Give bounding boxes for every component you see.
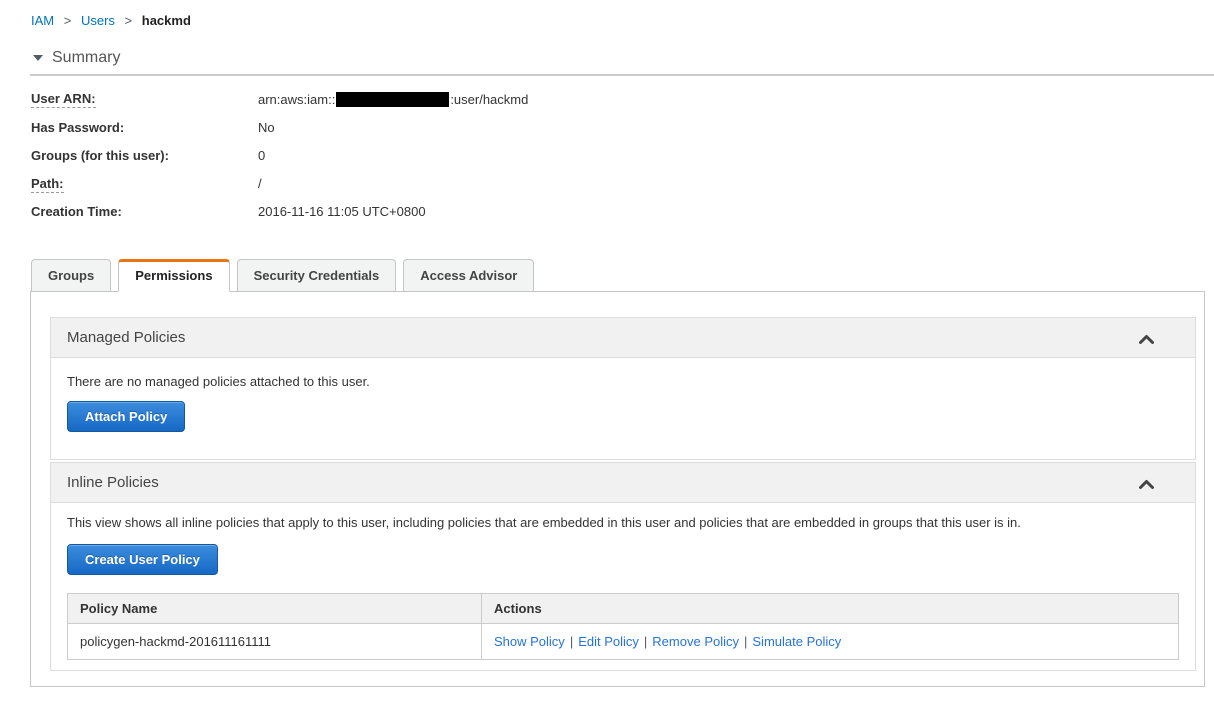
user-arn-value: arn:aws:iam:::user/hackmd xyxy=(258,92,529,107)
table-row: policygen-hackmd-201611161111 Show Polic… xyxy=(67,623,1179,660)
chevron-up-icon[interactable] xyxy=(1138,477,1155,494)
attach-policy-button[interactable]: Attach Policy xyxy=(67,401,186,432)
creation-time-label: Creation Time: xyxy=(31,204,122,219)
field-row-user-arn: User ARN: arn:aws:iam:::user/hackmd xyxy=(31,91,1214,108)
iam-user-detail-page: IAM > Users > hackmd Summary User ARN: a… xyxy=(0,0,1214,687)
field-row-groups: Groups (for this user): 0 xyxy=(31,149,1214,163)
groups-label: Groups (for this user): xyxy=(31,148,169,163)
managed-policies-body: There are no managed policies attached t… xyxy=(51,358,1195,459)
groups-value: 0 xyxy=(258,148,266,163)
summary-fields: User ARN: arn:aws:iam:::user/hackmd Has … xyxy=(31,91,1214,219)
has-password-value: No xyxy=(258,120,275,135)
show-policy-link[interactable]: Show Policy xyxy=(494,634,565,649)
policy-actions-cell: Show Policy | Edit Policy | Remove Policy | Si… xyxy=(481,623,1179,660)
managed-policies-header[interactable]: Managed Policies xyxy=(51,318,1195,358)
remove-policy-link[interactable]: Remove Policy xyxy=(652,634,739,649)
inline-policies-title: Inline Policies xyxy=(67,474,159,491)
table-header-row: Policy Name Actions xyxy=(67,593,1179,624)
redacted-account-id xyxy=(336,92,450,107)
collapse-triangle-icon[interactable] xyxy=(33,55,43,61)
breadcrumb-current-user: hackmd xyxy=(141,13,191,28)
has-password-label: Has Password: xyxy=(31,120,125,135)
tab-bar: Groups Permissions Security Credentials … xyxy=(31,259,1214,292)
breadcrumb-link-users[interactable]: Users xyxy=(81,13,115,28)
summary-title: Summary xyxy=(52,49,121,66)
action-separator: | xyxy=(643,634,648,649)
field-row-creation-time: Creation Time: 2016-11-16 11:05 UTC+0800 xyxy=(31,205,1214,219)
managed-policies-empty-text: There are no managed policies attached t… xyxy=(67,374,370,389)
action-separator: | xyxy=(744,634,748,649)
action-separator: | xyxy=(569,634,574,649)
tab-security-credentials[interactable]: Security Credentials xyxy=(236,259,397,292)
inline-policies-description: This view shows all inline policies that… xyxy=(67,515,1021,530)
tab-content-panel: Managed Policies There are no managed po… xyxy=(30,291,1205,687)
create-user-policy-button[interactable]: Create User Policy xyxy=(67,544,218,575)
inline-policies-section: Inline Policies This view shows all inli… xyxy=(50,462,1196,671)
managed-policies-section: Managed Policies There are no managed po… xyxy=(50,317,1196,460)
breadcrumb-link-iam[interactable]: IAM xyxy=(31,13,54,28)
field-row-path: Path: / xyxy=(31,176,1214,193)
inline-policies-table: Policy Name Actions policygen-hackmd-201… xyxy=(67,593,1179,660)
tab-groups[interactable]: Groups xyxy=(31,259,112,292)
path-value: / xyxy=(258,176,262,191)
column-header-policy-name: Policy Name xyxy=(67,593,482,624)
summary-divider xyxy=(30,74,1214,76)
inline-policies-body: This view shows all inline policies that… xyxy=(51,503,1195,670)
tab-permissions[interactable]: Permissions xyxy=(118,259,230,292)
breadcrumb-separator: > xyxy=(63,13,72,28)
breadcrumb-separator: > xyxy=(124,13,133,28)
breadcrumb: IAM > Users > hackmd xyxy=(31,13,1214,28)
path-label: Path: xyxy=(31,176,64,193)
tab-access-advisor[interactable]: Access Advisor xyxy=(403,259,535,292)
inline-policies-header[interactable]: Inline Policies xyxy=(51,463,1195,503)
simulate-policy-link[interactable]: Simulate Policy xyxy=(752,634,841,649)
creation-time-value: 2016-11-16 11:05 UTC+0800 xyxy=(258,204,426,219)
managed-policies-title: Managed Policies xyxy=(67,329,186,346)
column-header-actions: Actions xyxy=(481,593,1179,624)
edit-policy-link[interactable]: Edit Policy xyxy=(578,634,639,649)
policy-name-cell: policygen-hackmd-201611161111 xyxy=(67,623,482,660)
chevron-up-icon[interactable] xyxy=(1138,332,1155,349)
user-arn-label: User ARN: xyxy=(31,91,96,108)
field-row-has-password: Has Password: No xyxy=(31,121,1214,135)
summary-section-header: Summary xyxy=(33,49,1214,67)
